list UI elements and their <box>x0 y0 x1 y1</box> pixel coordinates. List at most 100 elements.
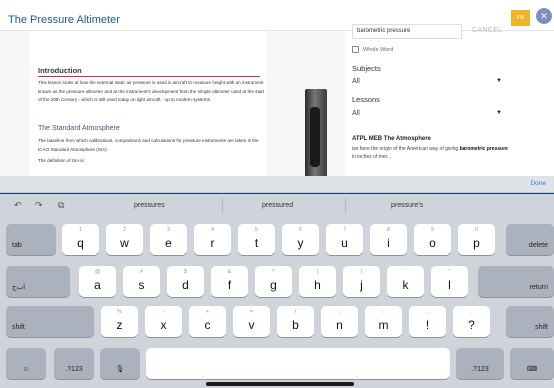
undo-icon[interactable]: ↶ <box>14 200 22 211</box>
key-alt-label: ; <box>338 309 341 315</box>
key-row1-3[interactable]: 4r <box>194 224 231 255</box>
result-title[interactable]: ATPL MEB The Atmosphere <box>352 136 431 142</box>
key-row3-4[interactable]: / b <box>277 306 314 337</box>
fw-button[interactable]: FW <box>511 10 530 26</box>
checkbox-icon[interactable] <box>352 46 359 53</box>
key-row3-5[interactable]: ; n <box>321 306 358 337</box>
key-alt-label: = <box>249 309 254 315</box>
key-alt-label: . <box>470 309 473 315</box>
done-button[interactable]: Done <box>530 180 546 187</box>
key-alt-label: 9 <box>430 227 435 233</box>
key-row1-6[interactable]: 7u <box>326 224 363 255</box>
prediction-2[interactable]: pressured <box>262 202 293 209</box>
result-highlight: barometric pressure <box>459 146 508 152</box>
key-alt-label: + <box>205 309 210 315</box>
keyboard-hide-icon: ⌨ <box>526 366 538 373</box>
key-alt-label: " <box>448 269 451 275</box>
key-label: d <box>182 278 189 292</box>
key-label: j <box>360 278 363 292</box>
key-label: w <box>120 236 129 250</box>
key-row2-4[interactable]: * g <box>255 266 292 297</box>
key-row1-1[interactable]: 2w <box>106 224 143 255</box>
prediction-divider <box>345 198 346 214</box>
space-bar[interactable] <box>146 348 450 379</box>
shift-key-right[interactable]: shift <box>506 306 554 337</box>
whole-word-toggle[interactable]: Whole Word <box>352 46 393 53</box>
key-label: u <box>341 236 348 250</box>
result-text: ise here the origin of the American way … <box>352 146 460 152</box>
key-row3-1[interactable]: -x <box>145 306 182 337</box>
dictation-key[interactable]: 🎙 <box>100 348 140 379</box>
lessons-select[interactable]: All ▼ <box>352 110 502 117</box>
search-input[interactable]: barometric pressure <box>352 24 462 39</box>
key-alt-label: ) <box>360 269 363 275</box>
key-label: a <box>94 278 101 292</box>
tab-key[interactable]: tab <box>6 224 56 255</box>
key-row3-6[interactable]: :m <box>365 306 402 337</box>
tab-label: tab <box>12 242 22 249</box>
document-view[interactable]: Introduction This lesson looks at how th… <box>0 31 345 176</box>
key-alt-label: * <box>272 269 275 275</box>
subjects-select[interactable]: All ▼ <box>352 78 502 85</box>
close-icon[interactable]: ✕ <box>536 8 552 24</box>
hide-keyboard-key[interactable]: ⌨ <box>510 348 554 379</box>
key-row2-3[interactable]: & f <box>211 266 248 297</box>
prediction-3[interactable]: pressure's <box>391 202 423 209</box>
return-key[interactable]: return <box>478 266 554 297</box>
key-row1-5[interactable]: 6y <box>282 224 319 255</box>
key-row1-8[interactable]: 9o <box>414 224 451 255</box>
shift-label: shift <box>535 324 548 331</box>
whole-word-label: Whole Word <box>363 46 394 53</box>
key-row3-0[interactable]: % z <box>101 306 138 337</box>
key-label: e <box>165 236 172 250</box>
key-alt-label: % <box>117 309 122 315</box>
result-snippet[interactable]: ise here the origin of the American way … <box>352 145 512 161</box>
heading-rule <box>38 76 260 77</box>
shift-key-left[interactable]: shift <box>6 306 94 337</box>
language-key[interactable]: اب‌ج <box>6 266 70 297</box>
key-row2-5[interactable]: (h <box>299 266 336 297</box>
key-label: c <box>204 318 211 332</box>
prediction-1[interactable]: pressures <box>134 202 165 209</box>
key-label: t <box>254 236 259 250</box>
key-row1-7[interactable]: 8i <box>370 224 407 255</box>
key-row3-7[interactable]: ,! <box>409 306 446 337</box>
standard-paragraph: The baseline from which calibrations, co… <box>38 138 259 152</box>
emoji-key[interactable]: ☺ <box>6 348 46 379</box>
key-row2-8[interactable]: " l <box>431 266 468 297</box>
numbers-key[interactable]: .?123 <box>54 348 94 379</box>
key-row1-0[interactable]: 1q <box>62 224 99 255</box>
intro-paragraph: This lesson looks at how the external st… <box>38 80 265 102</box>
numbers-key-right[interactable]: .?123 <box>456 348 504 379</box>
key-label: n <box>336 318 343 332</box>
key-label: i <box>387 236 390 250</box>
key-alt-label: # <box>139 269 144 275</box>
key-row1-9[interactable]: 0p <box>458 224 495 255</box>
key-row1-2[interactable]: 3e <box>150 224 187 255</box>
key-row2-7[interactable]: ' k <box>387 266 424 297</box>
key-row3-3[interactable]: = v <box>233 306 270 337</box>
key-row2-1[interactable]: # s <box>123 266 160 297</box>
key-label: p <box>473 236 480 250</box>
key-label: s <box>138 278 145 292</box>
key-row3-8[interactable]: .? <box>453 306 490 337</box>
key-alt-label: 1 <box>78 227 83 233</box>
key-alt-label: 2 <box>122 227 127 233</box>
key-row1-4[interactable]: 5t <box>238 224 275 255</box>
cancel-button[interactable]: CANCEL <box>472 27 502 34</box>
key-row2-6[interactable]: ) j <box>343 266 380 297</box>
paste-icon[interactable]: ⧉ <box>58 200 64 211</box>
key-label: f <box>227 278 232 292</box>
section-heading: Introduction <box>38 66 82 75</box>
key-alt-label: , <box>426 309 429 315</box>
redo-icon[interactable]: ↷ <box>35 200 43 211</box>
delete-key[interactable]: delete <box>506 224 554 255</box>
lessons-label: Lessons <box>352 95 380 104</box>
key-row3-2[interactable]: + c <box>189 306 226 337</box>
key-alt-label: ( <box>316 269 319 275</box>
key-row2-2[interactable]: $ d <box>167 266 204 297</box>
shift-label: shift <box>12 324 25 331</box>
dropdown-arrow-icon: ▼ <box>496 110 502 116</box>
key-row2-0[interactable]: @ a <box>79 266 116 297</box>
key-label: y <box>297 236 304 250</box>
